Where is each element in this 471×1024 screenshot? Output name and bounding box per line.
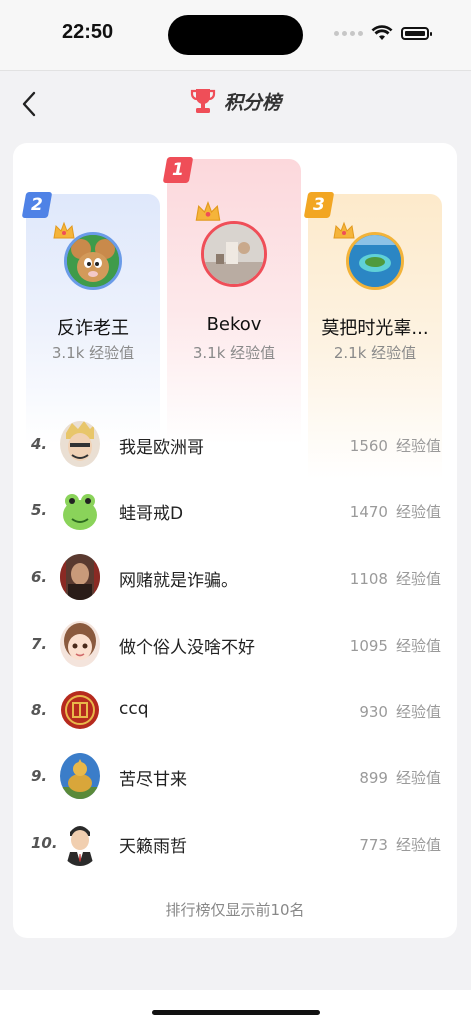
page-title: 积分榜 (223, 91, 281, 114)
rank-badge: 2 (21, 192, 53, 218)
ranking-row-9[interactable]: 9. 苦尽甘来 899 经验值 (13, 749, 457, 805)
podium-first[interactable]: 1 Bekov 3.1k 经验值 (162, 157, 301, 444)
row-score: 899 经验值 (359, 769, 441, 787)
ranking-row-7[interactable]: 7. 做个俗人没啥不好 1095 经验值 (13, 617, 457, 673)
podium-score: 3.1k 经验值 (192, 344, 276, 362)
nav-bar: 积分榜 (0, 70, 471, 137)
row-name: ccq (119, 699, 149, 719)
cartoon-mouse-avatar (64, 232, 122, 290)
ranking-row-4[interactable]: 4. 我是欧洲哥 1560 经验值 (13, 417, 457, 473)
row-name: 我是欧洲哥 (119, 438, 204, 458)
dark-figure-avatar (60, 554, 100, 600)
blonde-man-avatar (60, 421, 100, 467)
podium-second[interactable]: 2 反诈老王 3.1k 经验值 (21, 192, 160, 444)
wifi-icon (371, 25, 393, 40)
leaderboard-card: 2 反诈老王 3.1k 经验值 1 Bekov 3.1k 经验值 3 莫把时光辜… (13, 143, 457, 938)
nav-title-group: 积分榜 (0, 87, 471, 115)
row-rank: 4. (31, 435, 48, 453)
buddha-avatar (60, 753, 100, 799)
suit-man-avatar (60, 820, 100, 866)
podium-name: Bekov (206, 314, 262, 335)
trophy-icon (190, 89, 216, 113)
frog-avatar (60, 487, 100, 533)
red-seal-avatar (60, 687, 100, 733)
row-score: 773 经验值 (359, 836, 441, 854)
row-rank: 7. (31, 635, 48, 653)
row-rank: 8. (31, 701, 48, 719)
podium-score: 2.1k 经验值 (333, 344, 417, 362)
row-score: 1095 经验值 (349, 637, 441, 655)
signal-icon (334, 30, 363, 36)
rank-badge: 3 (303, 192, 335, 218)
dynamic-island (168, 15, 303, 55)
row-name: 天籁雨哲 (119, 837, 187, 857)
row-name: 做个俗人没啥不好 (119, 638, 255, 658)
ranking-row-10[interactable]: 10. 天籁雨哲 773 经验值 (13, 816, 457, 872)
podium-name: 反诈老王 (57, 318, 129, 339)
podium-score: 3.1k 经验值 (51, 344, 135, 362)
status-time: 22:50 (62, 21, 114, 43)
room-photo-avatar (201, 221, 267, 287)
girl-avatar (60, 621, 100, 667)
row-rank: 5. (31, 501, 48, 519)
row-score: 1560 经验值 (349, 437, 441, 455)
rank-badge: 1 (162, 157, 194, 183)
ranking-row-8[interactable]: 8. ccq 930 经验值 (13, 683, 457, 739)
ranking-row-5[interactable]: 5. 蛙哥戒D 1470 经验值 (13, 483, 457, 539)
status-bar: 22:50 (0, 0, 471, 70)
podium-name: 莫把时光辜... (321, 318, 429, 339)
row-rank: 6. (31, 568, 48, 586)
crown-icon (195, 201, 221, 221)
row-score: 1108 经验值 (349, 570, 441, 588)
battery-icon (401, 26, 432, 40)
home-indicator[interactable] (152, 1010, 320, 1015)
ranking-row-6[interactable]: 6. 网赌就是诈骗。 1108 经验值 (13, 550, 457, 606)
island-photo-avatar (346, 232, 404, 290)
row-name: 蛙哥戒D (119, 504, 184, 524)
row-rank: 9. (31, 767, 48, 785)
bottom-area (0, 990, 471, 1024)
row-score: 930 经验值 (359, 703, 441, 721)
footer-note: 排行榜仅显示前10名 (165, 901, 305, 919)
row-score: 1470 经验值 (349, 503, 441, 521)
row-rank: 10. (31, 834, 58, 852)
status-icons (334, 25, 432, 41)
row-name: 网赌就是诈骗。 (119, 571, 238, 591)
row-name: 苦尽甘来 (119, 770, 187, 790)
crown-icon (333, 221, 355, 239)
